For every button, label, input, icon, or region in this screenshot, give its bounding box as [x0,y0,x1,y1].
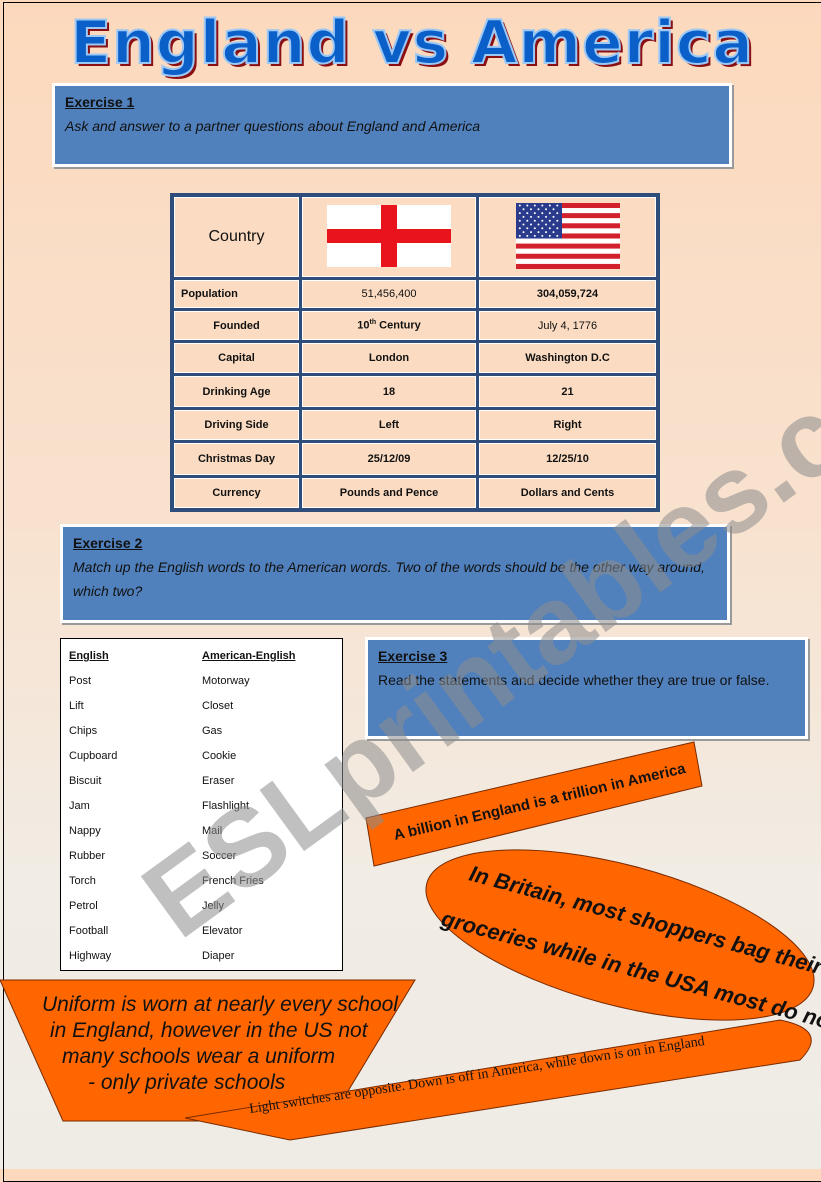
statement-2: In Britain, most shoppers bag their own … [425,849,821,1037]
statement-3-line: in England, however in the US not [50,1019,369,1042]
statement-shapes: A billion in England is a trillion in Am… [0,741,821,1141]
statement-3-line: many schools wear a uniform [62,1045,335,1068]
statement-1: A billion in England is a trillion in Am… [365,741,703,867]
statement-3-line: - only private schools [88,1071,286,1094]
statement-3-line: Uniform is worn at nearly every school [42,993,399,1016]
